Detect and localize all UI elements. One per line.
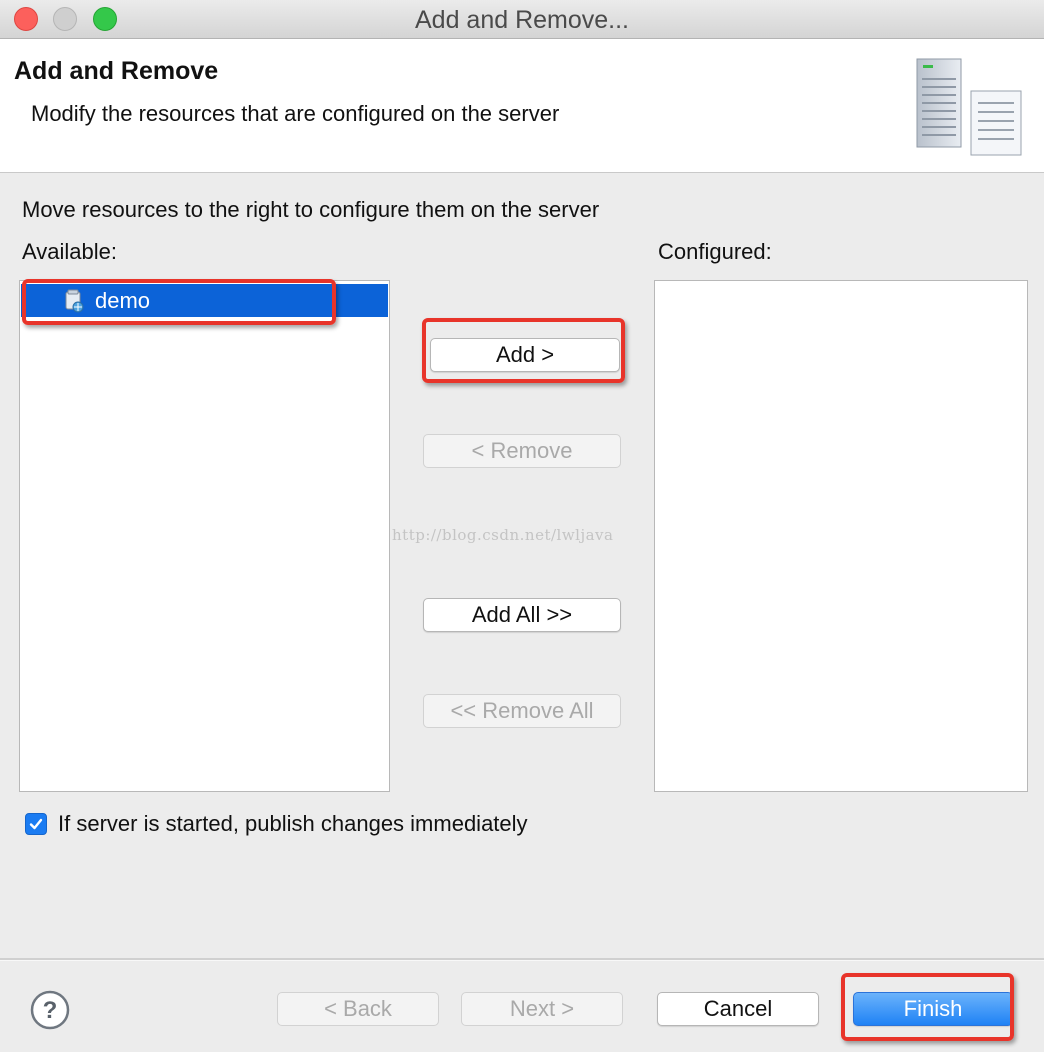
title-bar: Add and Remove... — [0, 0, 1044, 39]
add-all-button[interactable]: Add All >> — [423, 598, 621, 632]
remove-all-button[interactable]: << Remove All — [423, 694, 621, 728]
svg-text:?: ? — [43, 997, 58, 1024]
remove-button[interactable]: < Remove — [423, 434, 621, 468]
available-list[interactable]: demo — [19, 280, 390, 792]
add-button[interactable]: Add > — [430, 338, 620, 372]
next-button[interactable]: Next > — [461, 992, 623, 1026]
watermark: http://blog.csdn.net/lwljava — [392, 526, 614, 544]
configured-list[interactable] — [654, 280, 1028, 792]
help-icon[interactable]: ? — [30, 990, 70, 1030]
page-description: Modify the resources that are configured… — [31, 101, 560, 126]
configured-label: Configured: — [658, 239, 772, 264]
publish-checkbox[interactable] — [25, 813, 47, 835]
available-label: Available: — [22, 239, 117, 264]
wizard-header: Add and Remove Modify the resources that… — [0, 39, 1044, 173]
instruction-text: Move resources to the right to configure… — [22, 197, 600, 222]
checkmark-icon — [29, 818, 43, 830]
footer-divider — [0, 958, 1044, 961]
page-title: Add and Remove — [14, 57, 219, 85]
server-banner-icon — [916, 58, 1022, 156]
publish-checkbox-label[interactable]: If server is started, publish changes im… — [58, 811, 528, 837]
list-item-label: demo — [95, 288, 151, 313]
finish-button[interactable]: Finish — [853, 992, 1013, 1026]
list-item[interactable]: demo — [21, 284, 388, 317]
back-button[interactable]: < Back — [277, 992, 439, 1026]
cancel-button[interactable]: Cancel — [657, 992, 819, 1026]
window-title: Add and Remove... — [414, 6, 629, 34]
web-module-icon — [65, 289, 84, 313]
